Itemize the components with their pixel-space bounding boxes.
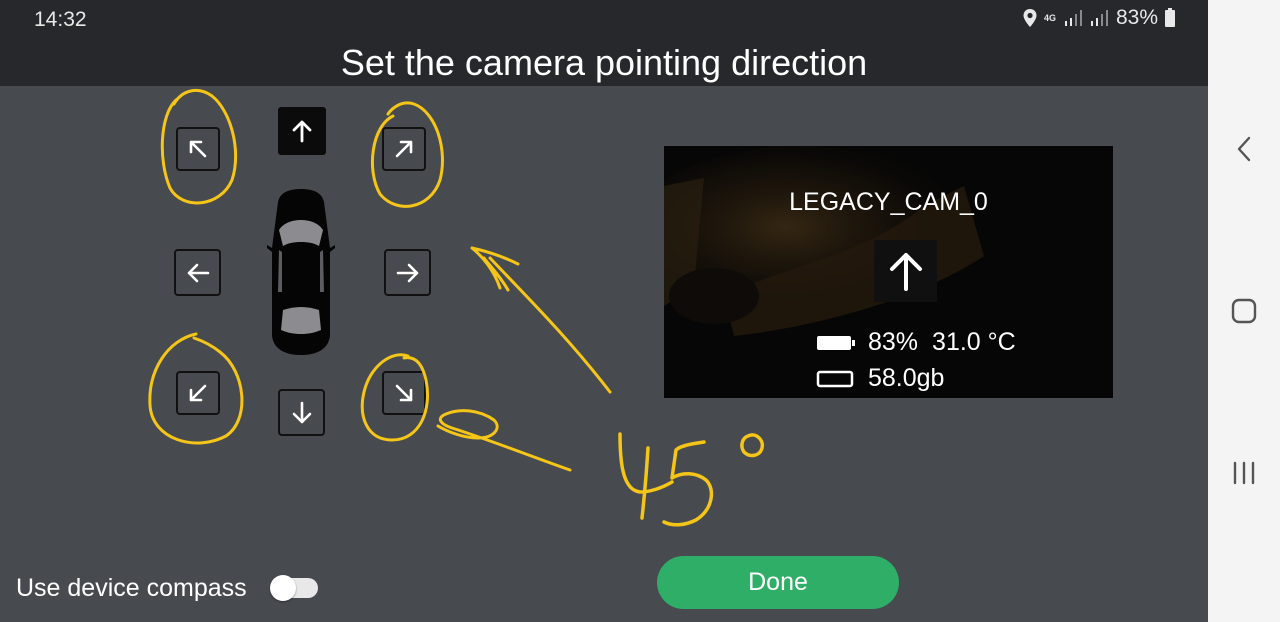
back-button[interactable]	[1208, 134, 1280, 164]
compass-toggle[interactable]	[270, 575, 318, 601]
storage-icon	[816, 370, 854, 387]
camera-battery: 83%	[868, 328, 919, 356]
arrow-up-icon	[889, 253, 922, 291]
handwritten-45-degrees	[618, 432, 765, 527]
network-type-label: 4G	[1043, 12, 1056, 23]
battery-icon	[1165, 8, 1175, 27]
arrow-down-right-icon	[395, 384, 413, 402]
done-button[interactable]: Done	[657, 556, 899, 609]
battery-percent: 83%	[1115, 6, 1158, 29]
camera-direction-indicator	[874, 240, 937, 302]
direction-down-right-button[interactable]	[382, 371, 426, 415]
home-button[interactable]	[1208, 296, 1280, 326]
arrow-annotation	[470, 246, 612, 394]
camera-storage: 58.0gb	[868, 364, 945, 392]
direction-down-left-button[interactable]	[176, 371, 220, 415]
direction-down-button[interactable]	[278, 389, 325, 436]
status-icons: 4G 83%	[1022, 6, 1176, 30]
arrow-left-icon	[187, 263, 209, 282]
compass-label: Use device compass	[16, 574, 247, 602]
signal-icon-2	[1090, 10, 1108, 26]
page-title: Set the camera pointing direction	[340, 42, 868, 83]
arrow-down-icon	[292, 401, 311, 423]
direction-up-button[interactable]	[278, 107, 326, 155]
storage-row: 58.0gb	[816, 364, 944, 393]
direction-up-right-button[interactable]	[382, 127, 426, 171]
recents-icon	[1233, 461, 1255, 485]
battery-full-icon	[817, 335, 855, 350]
camera-preview: LEGACY_CAM_0 83% 31.0 °C 58.0gb	[664, 146, 1113, 398]
camera-temperature: 31.0 °C	[932, 328, 1016, 356]
home-icon	[1231, 298, 1257, 324]
location-icon	[1023, 9, 1037, 27]
arrow-up-left-icon	[189, 140, 207, 158]
arrow-down-left-icon	[189, 384, 207, 402]
app-screen: 14:32 4G 83% Set the camera pointing dir…	[0, 0, 1208, 622]
recents-button[interactable]	[1208, 458, 1280, 488]
pointer-annotation	[436, 409, 572, 472]
direction-right-button[interactable]	[384, 249, 431, 296]
arrow-up-right-icon	[395, 140, 413, 158]
car-top-view-icon	[267, 189, 335, 355]
top-bar: 14:32 4G 83% Set the camera pointing dir…	[0, 0, 1208, 86]
arrow-right-icon	[396, 263, 418, 282]
signal-icon	[1064, 10, 1082, 26]
toggle-knob	[270, 575, 296, 601]
direction-left-button[interactable]	[174, 249, 221, 296]
status-time: 14:32	[34, 8, 87, 31]
camera-name: LEGACY_CAM_0	[789, 188, 988, 216]
navigation-bar	[1208, 0, 1280, 622]
direction-up-left-button[interactable]	[176, 127, 220, 171]
battery-temp-row: 83% 31.0 °C	[816, 328, 1016, 357]
arrow-up-icon	[292, 120, 312, 143]
back-icon	[1237, 136, 1251, 162]
